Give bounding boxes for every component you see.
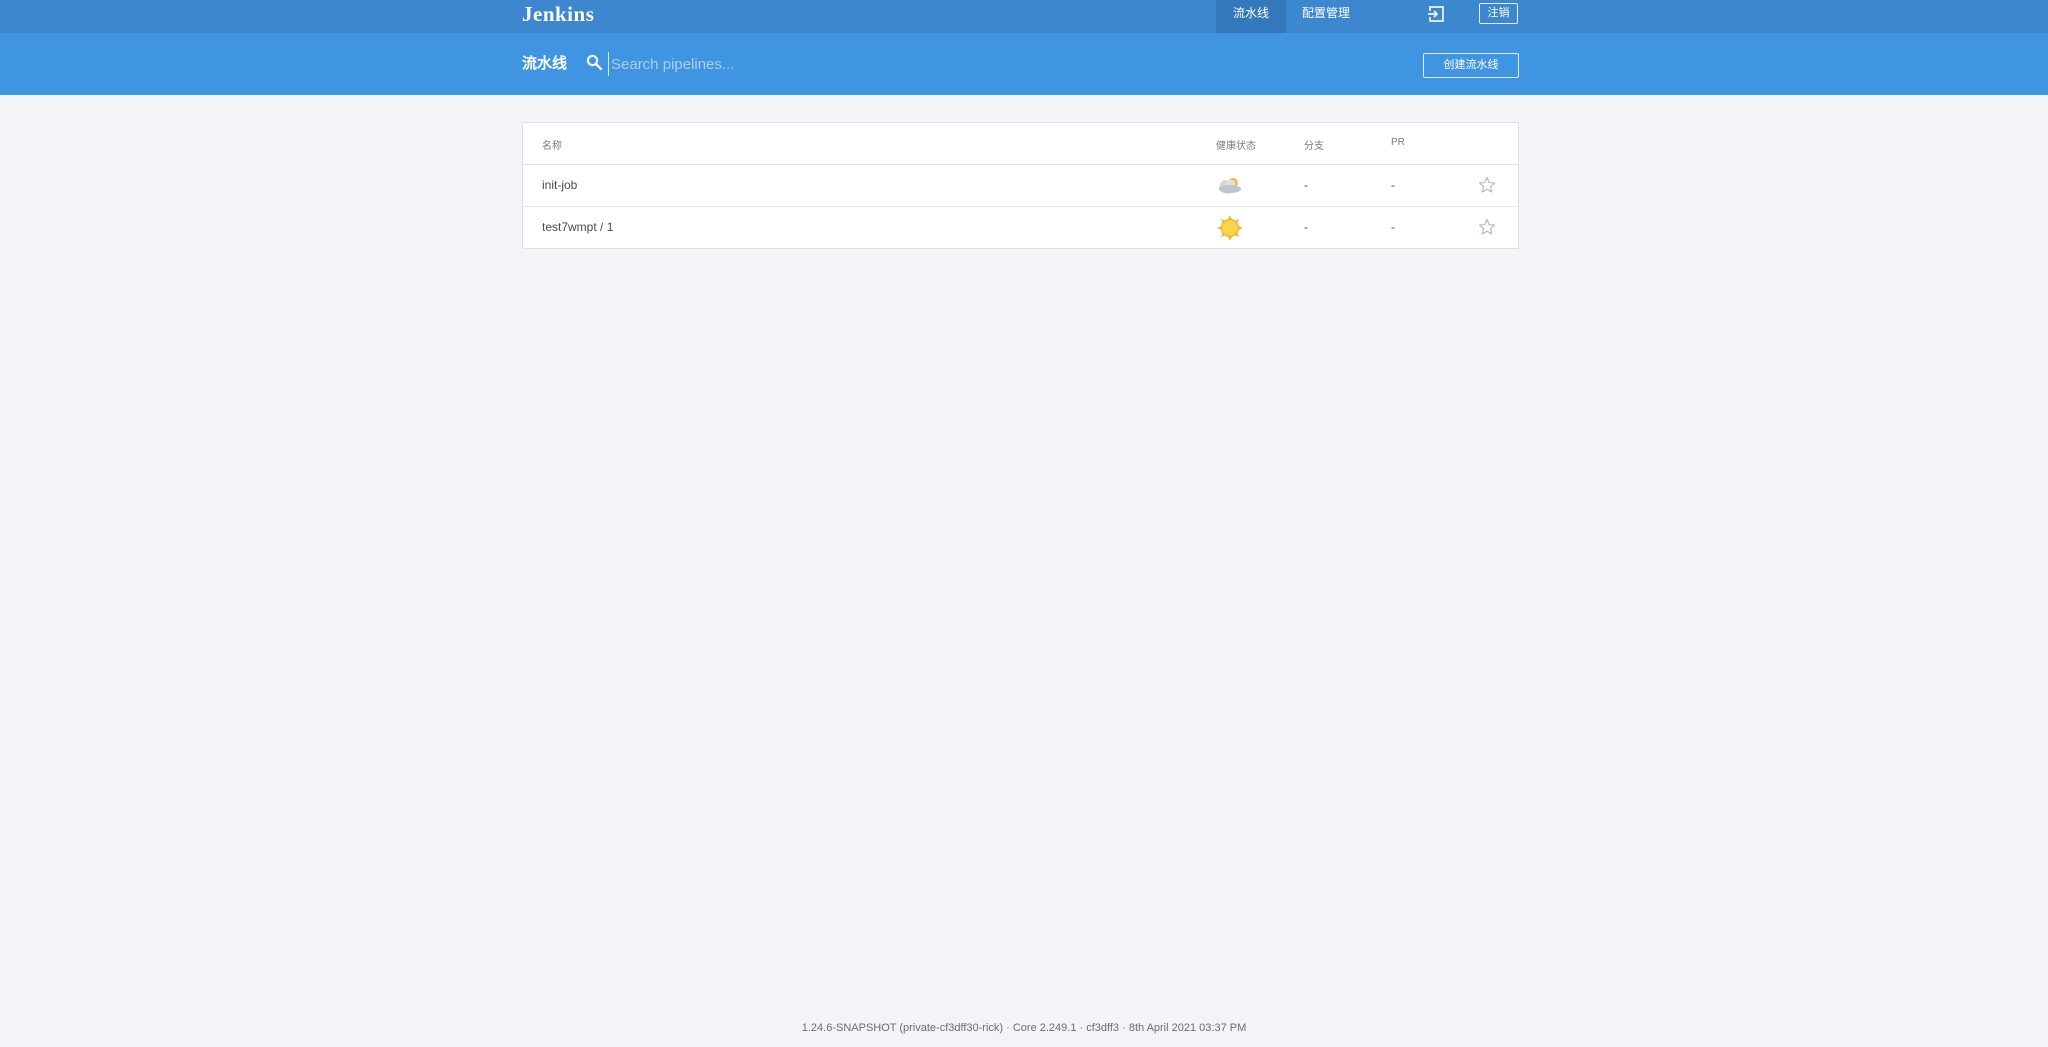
column-header-branches[interactable]: 分支 <box>1304 137 1324 152</box>
login-icon[interactable] <box>1427 5 1445 23</box>
pipelines-table: 名称 健康状态 分支 PR init-job - - test7wmpt / 1 <box>522 122 1519 249</box>
create-pipeline-button[interactable]: 创建流水线 <box>1423 53 1519 78</box>
sunny-weather-icon <box>1217 215 1243 241</box>
top-navigation-bar: Jenkins 流水线 配置管理 注销 <box>0 0 2048 33</box>
jenkins-logo[interactable]: Jenkins <box>522 2 594 27</box>
search-icon <box>586 54 603 71</box>
page-header: 流水线 创建流水线 <box>0 33 2048 95</box>
cloudy-weather-icon <box>1219 178 1241 194</box>
page-title: 流水线 <box>522 55 568 72</box>
branches-count: - <box>1304 178 1308 192</box>
table-header: 名称 健康状态 分支 PR <box>523 123 1518 165</box>
branches-count: - <box>1304 220 1308 234</box>
table-row[interactable]: init-job - - <box>523 165 1518 207</box>
column-header-health[interactable]: 健康状态 <box>1216 137 1256 152</box>
table-row[interactable]: test7wmpt / 1 - - <box>523 207 1518 249</box>
favorite-star-icon[interactable] <box>1478 176 1496 194</box>
logout-button[interactable]: 注销 <box>1479 3 1518 24</box>
pipeline-name[interactable]: init-job <box>542 178 577 192</box>
column-header-pr[interactable]: PR <box>1391 137 1405 148</box>
pr-count: - <box>1391 178 1395 192</box>
column-header-name[interactable]: 名称 <box>542 137 562 152</box>
tab-pipelines[interactable]: 流水线 <box>1216 0 1286 33</box>
search-input[interactable] <box>608 52 1088 76</box>
favorite-star-icon[interactable] <box>1478 218 1496 236</box>
version-footer: 1.24.6-SNAPSHOT (private-cf3dff30-rick) … <box>801 1022 1247 1034</box>
pipeline-name[interactable]: test7wmpt / 1 <box>542 220 613 234</box>
tab-administration[interactable]: 配置管理 <box>1286 0 1366 33</box>
pr-count: - <box>1391 220 1395 234</box>
